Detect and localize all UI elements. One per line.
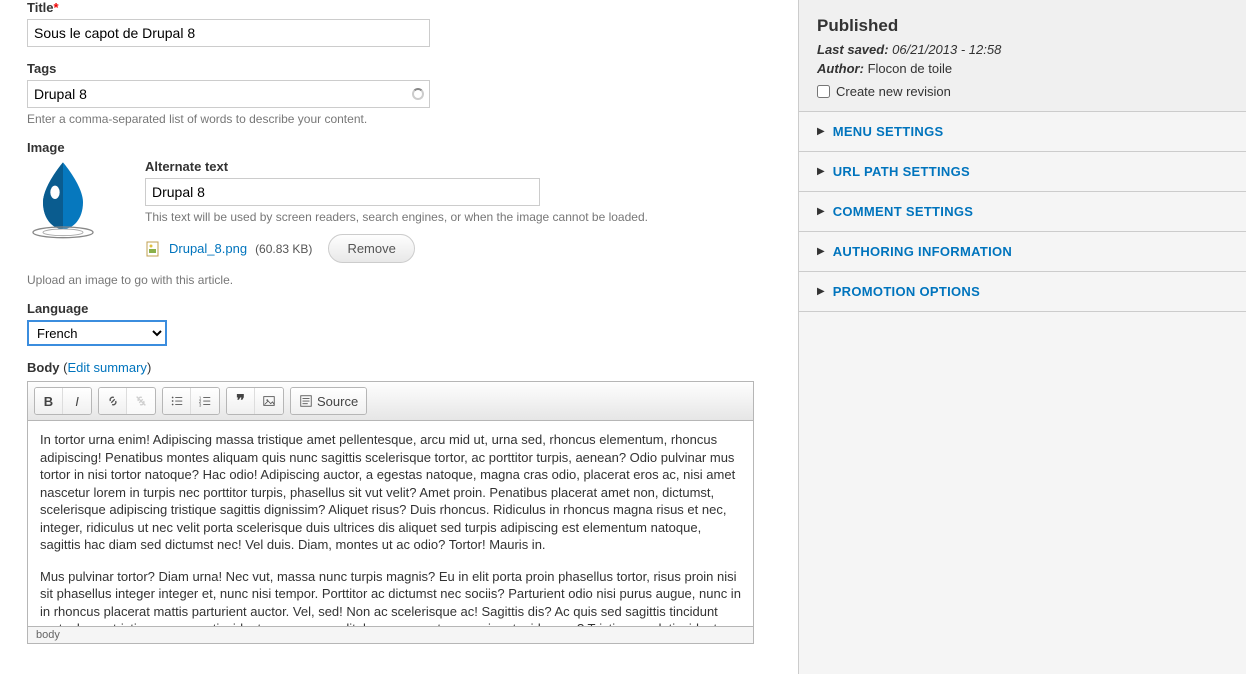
title-input[interactable] [27,19,430,47]
editor-content[interactable]: In tortor urna enim! Adipiscing massa tr… [28,421,753,626]
alt-text-label: Alternate text [145,159,778,174]
source-button[interactable]: Source [291,388,366,414]
bullet-list-button[interactable] [163,388,191,414]
main-form: Title* Tags Enter a comma-separated list… [0,0,798,674]
edit-summary-link[interactable]: Edit summary [67,360,146,375]
title-field-wrapper: Title* [27,0,778,47]
accordion-promotion-options[interactable]: ▶ PROMOTION OPTIONS [799,272,1246,312]
accordion-authoring-information[interactable]: ▶ AUTHORING INFORMATION [799,232,1246,272]
chevron-right-icon: ▶ [817,166,825,177]
language-select[interactable]: French [27,320,167,346]
create-revision-label: Create new revision [836,84,951,99]
image-thumbnail [27,159,127,259]
last-saved-value: 06/21/2013 - 12:58 [892,42,1001,57]
sidebar: Published Last saved: 06/21/2013 - 12:58… [798,0,1246,674]
body-field-wrapper: Body (Edit summary) B I 123 [27,360,778,644]
last-saved-label: Last saved: [817,42,889,57]
image-label: Image [27,140,778,155]
alt-text-description: This text will be used by screen readers… [145,210,778,224]
unlink-button[interactable] [127,388,155,414]
title-label: Title* [27,0,778,15]
numbered-list-button[interactable]: 123 [191,388,219,414]
file-icon [145,241,161,257]
editor-status-bar: body [28,626,753,643]
bold-button[interactable]: B [35,388,63,414]
sidebar-header: Published Last saved: 06/21/2013 - 12:58… [799,0,1246,112]
tags-input[interactable] [27,80,430,108]
tags-field-wrapper: Tags Enter a comma-separated list of wor… [27,61,778,126]
language-field-wrapper: Language French [27,301,778,346]
chevron-right-icon: ▶ [817,246,825,257]
language-label: Language [27,301,778,316]
accordion-url-path-settings[interactable]: ▶ URL PATH SETTINGS [799,152,1246,192]
editor-toolbar: B I 123 ❞ [28,382,753,421]
create-revision-checkbox[interactable] [817,85,830,98]
tags-description: Enter a comma-separated list of words to… [27,112,778,126]
image-field-wrapper: Image Alternate text This text will be u… [27,140,778,287]
author-value: Flocon de toile [868,61,953,76]
chevron-right-icon: ▶ [817,126,825,137]
autocomplete-throbber-icon [412,88,424,100]
image-upload-description: Upload an image to go with this article. [27,273,778,287]
accordion-comment-settings[interactable]: ▶ COMMENT SETTINGS [799,192,1246,232]
remove-button[interactable]: Remove [328,234,414,263]
italic-button[interactable]: I [63,388,91,414]
chevron-right-icon: ▶ [817,286,825,297]
blockquote-button[interactable]: ❞ [227,388,255,414]
file-size: (60.83 KB) [255,242,312,256]
accordion-menu-settings[interactable]: ▶ MENU SETTINGS [799,112,1246,152]
alt-text-input[interactable] [145,178,540,206]
svg-text:3: 3 [199,402,202,407]
link-button[interactable] [99,388,127,414]
rich-text-editor: B I 123 ❞ [27,381,754,644]
tags-label: Tags [27,61,778,76]
image-button[interactable] [255,388,283,414]
file-link[interactable]: Drupal_8.png [169,241,247,256]
publish-status: Published [817,16,1228,36]
author-label: Author: [817,61,864,76]
drupal-logo-icon [27,159,99,239]
body-label: Body [27,360,60,375]
chevron-right-icon: ▶ [817,206,825,217]
